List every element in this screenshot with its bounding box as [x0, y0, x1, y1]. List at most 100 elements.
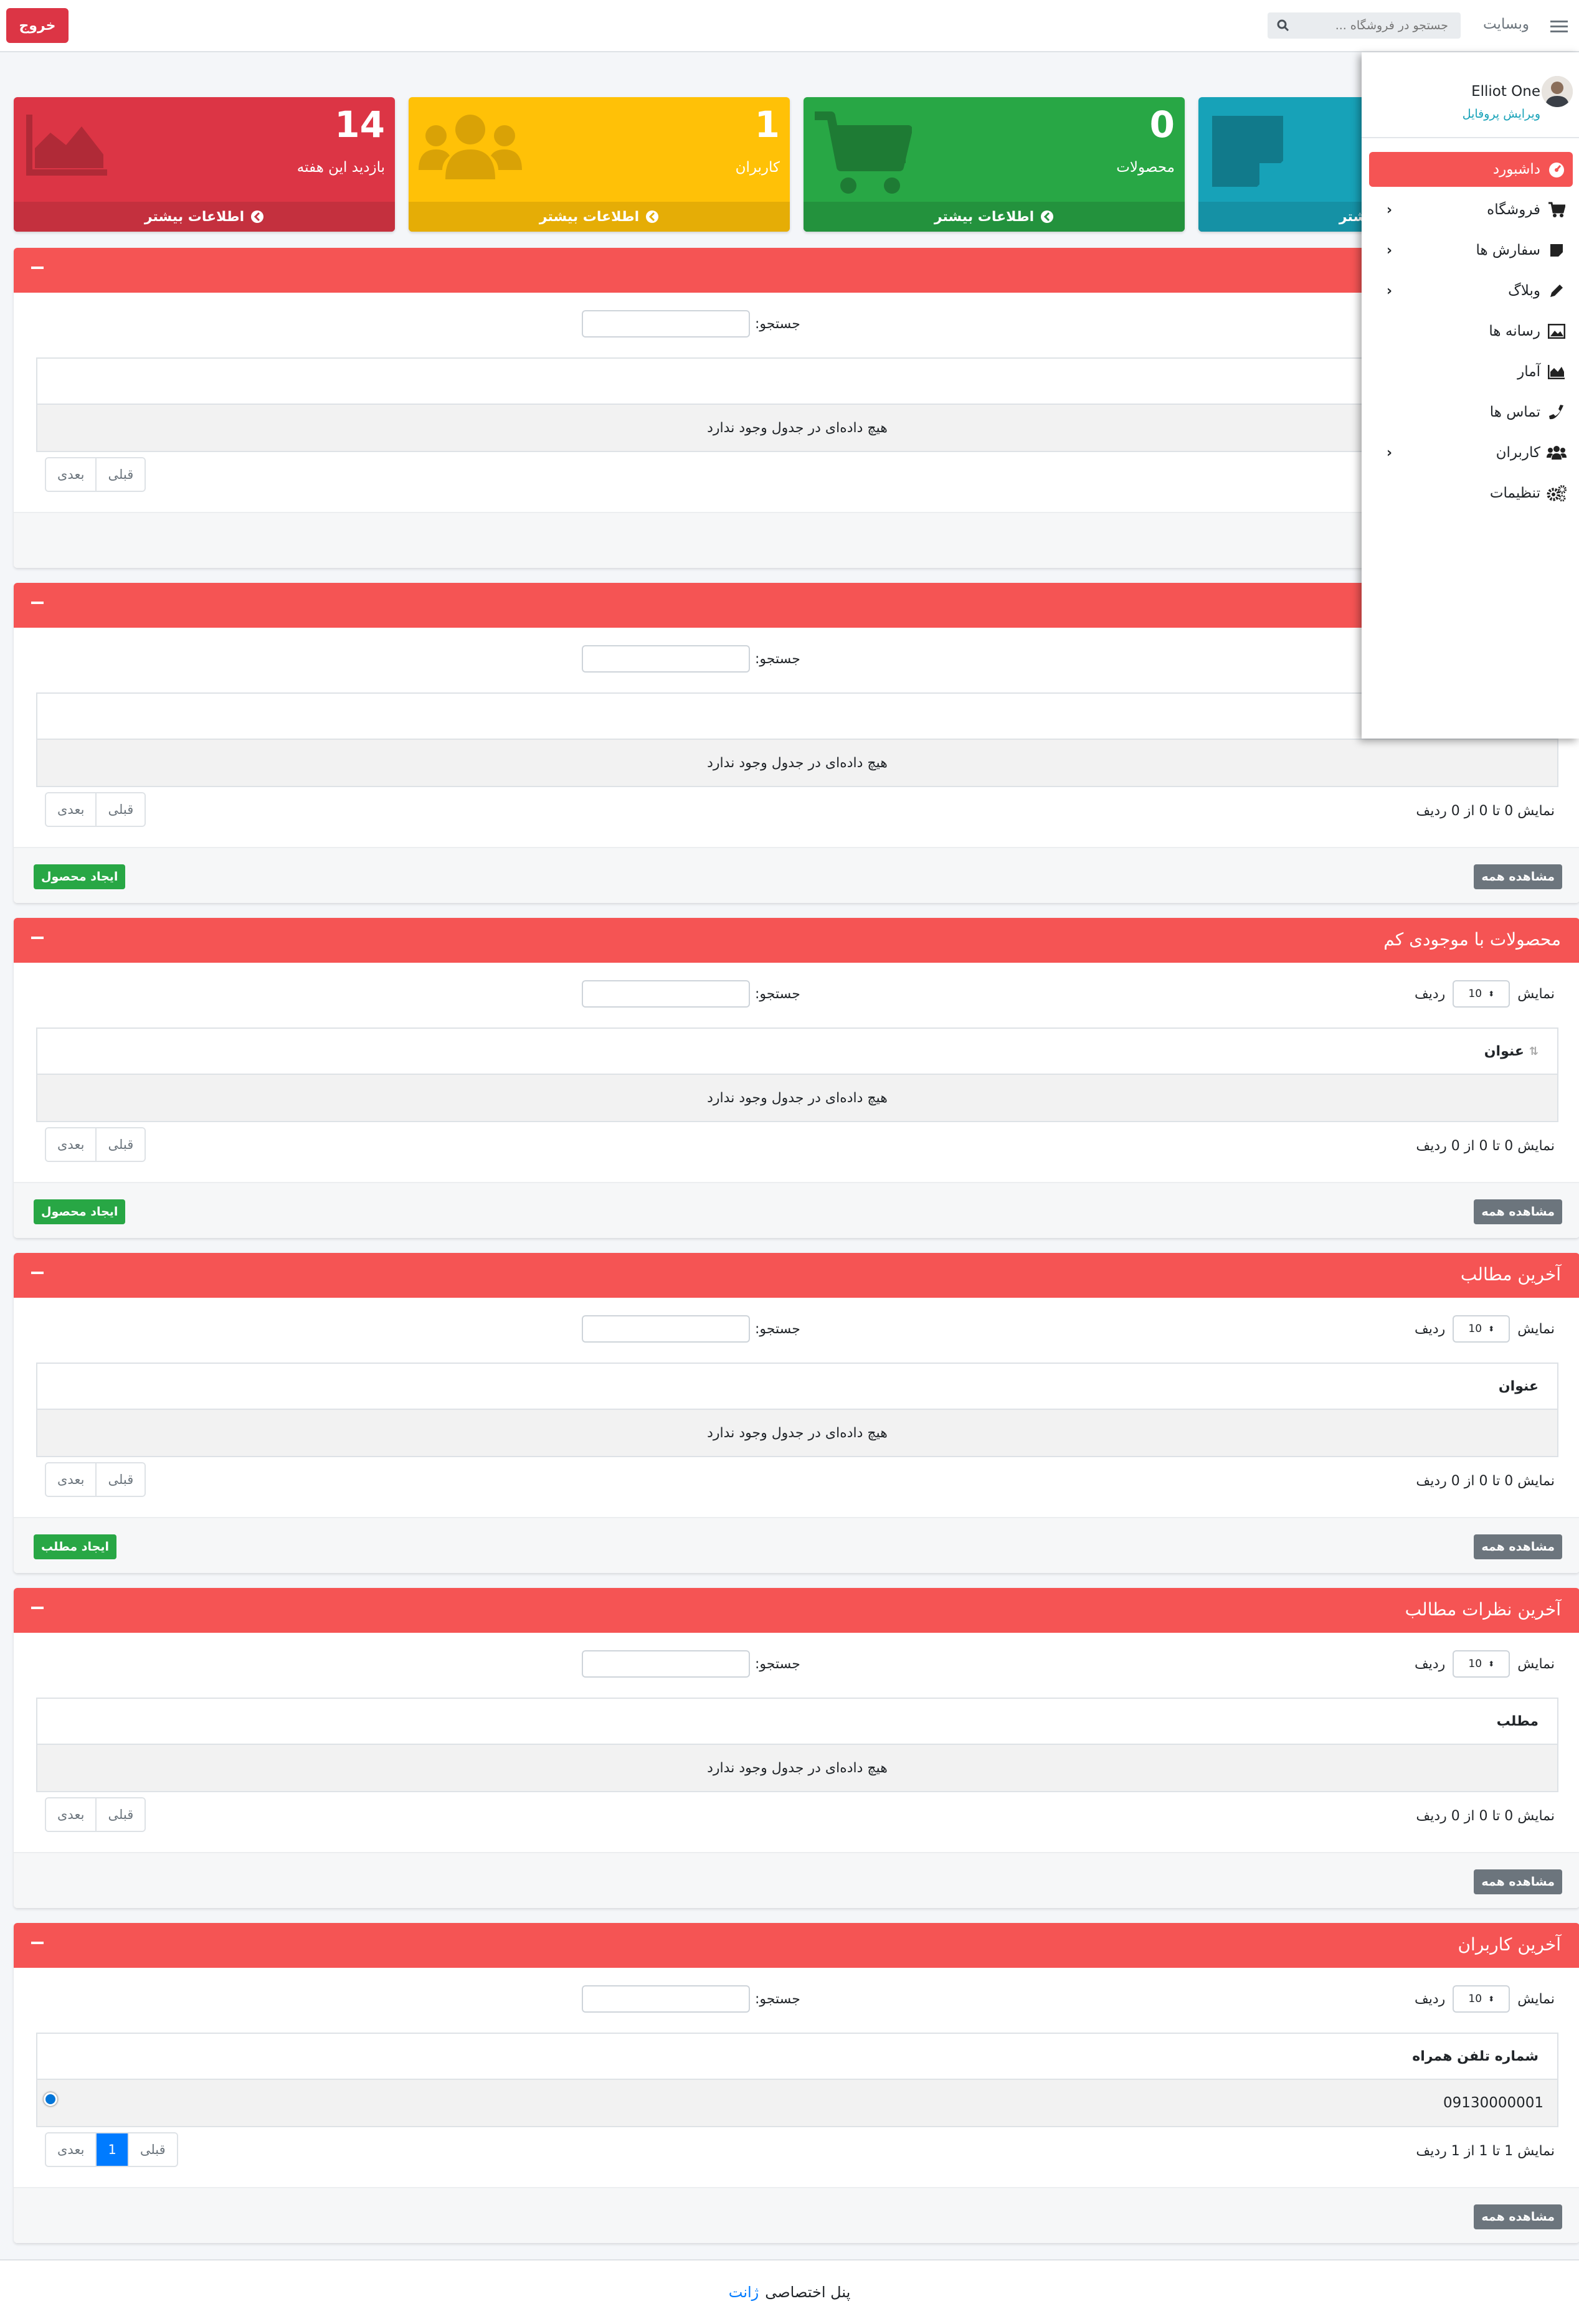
- sidebar-item-contacts[interactable]: تماس ها: [1369, 395, 1573, 430]
- show-label: نمایش: [1517, 1656, 1555, 1672]
- select-arrows-icon: ⬍: [1488, 1660, 1495, 1668]
- select-arrows-icon: ⬍: [1488, 990, 1495, 998]
- table-row[interactable]: 09130000001: [36, 2080, 1558, 2127]
- create-post-button[interactable]: ایجاد مطلب: [34, 1534, 116, 1559]
- collapse-icon[interactable]: [31, 1272, 44, 1274]
- note-icon: [1207, 111, 1288, 196]
- more-info-link[interactable]: اطلاعات بیشتر: [409, 202, 790, 232]
- prev-page-button[interactable]: قبلی: [95, 1463, 145, 1496]
- rows-label: ردیف: [1414, 986, 1446, 1002]
- table-search: جستجو:: [582, 1650, 800, 1678]
- page-length-select[interactable]: 10 ⬍: [1453, 980, 1510, 1008]
- column-header[interactable]: عنوان ⇅: [1484, 1044, 1539, 1059]
- sidebar-item-media[interactable]: رسانه ها: [1369, 314, 1573, 349]
- card-title: آخرین نظرات مطالب: [1405, 1599, 1561, 1620]
- sidebar-item-label: تماس ها: [1489, 404, 1540, 420]
- phone-cell: 09130000001: [1443, 2095, 1543, 2111]
- view-all-button[interactable]: مشاهده همه: [1474, 864, 1562, 889]
- sidebar-item-store[interactable]: › فروشگاه: [1369, 192, 1573, 227]
- column-header[interactable]: شماره تلفن همراه: [1412, 2049, 1539, 2064]
- rows-label: ردیف: [1414, 1321, 1446, 1337]
- table-search-input[interactable]: [582, 1315, 750, 1343]
- avatar[interactable]: [1542, 76, 1573, 107]
- view-all-button[interactable]: مشاهده همه: [1474, 1534, 1562, 1559]
- user-name: Elliot One: [1471, 83, 1540, 100]
- card-header: [14, 248, 1579, 293]
- data-table: هیچ داده‌ای در جدول وجود ندارد: [36, 692, 1558, 787]
- top-navbar: خروج وبسایت: [0, 0, 1579, 52]
- chevron-icon: ›: [1387, 445, 1393, 461]
- card-header: آخرین کاربران: [14, 1923, 1579, 1968]
- more-info-label: اطلاعات بیشتر: [144, 209, 245, 225]
- create-product-button[interactable]: ایجاد محصول: [34, 864, 126, 889]
- card-header: آخرین نظرات مطالب: [14, 1588, 1579, 1633]
- table-search-input[interactable]: [582, 1985, 750, 2013]
- collapse-icon[interactable]: [31, 1942, 44, 1944]
- page-length-value: 10: [1468, 1323, 1482, 1335]
- pagination: بعدی قبلی: [45, 457, 146, 492]
- search-icon[interactable]: [1268, 13, 1299, 38]
- next-page-button[interactable]: بعدی: [46, 793, 96, 826]
- page-length-select[interactable]: 10 ⬍: [1453, 1985, 1510, 2013]
- prev-page-button[interactable]: قبلی: [95, 458, 145, 491]
- sidebar-item-stats[interactable]: آمار: [1369, 354, 1573, 389]
- prev-page-button[interactable]: قبلی: [95, 1798, 145, 1831]
- table-search-input[interactable]: [582, 980, 750, 1008]
- view-all-button[interactable]: مشاهده همه: [1474, 1199, 1562, 1224]
- collapse-icon[interactable]: [31, 1607, 44, 1609]
- card-header: محصولات با موجودی کم: [14, 918, 1579, 963]
- next-page-button[interactable]: بعدی: [46, 2133, 96, 2166]
- collapse-icon[interactable]: [31, 267, 44, 269]
- column-header[interactable]: عنوان: [1499, 1379, 1539, 1394]
- view-all-button[interactable]: مشاهده همه: [1474, 2204, 1562, 2229]
- sidebar-item-users[interactable]: › کاربران: [1369, 435, 1573, 470]
- sidebar-item-blog[interactable]: › وبلاگ: [1369, 273, 1573, 308]
- column-header[interactable]: مطلب: [1497, 1714, 1539, 1729]
- prev-page-button[interactable]: قبلی: [95, 793, 145, 826]
- more-info-link[interactable]: اطلاعات بیشتر: [804, 202, 1185, 232]
- sidebar-item-label: سفارش ها: [1476, 242, 1540, 258]
- sidebar-item-label: کاربران: [1496, 445, 1540, 461]
- table-search: جستجو:: [582, 310, 800, 338]
- view-all-button[interactable]: مشاهده همه: [1474, 1869, 1562, 1894]
- pagination: بعدی قبلی: [45, 1462, 146, 1497]
- sidebar-item-label: فروشگاه: [1487, 202, 1540, 218]
- table-info: نمایش 1 تا 1 از 1 ردیف: [1416, 2143, 1555, 2159]
- collapse-icon[interactable]: [31, 937, 44, 939]
- table-search-input[interactable]: [582, 645, 750, 673]
- page-number-button[interactable]: 1: [95, 2133, 128, 2166]
- next-page-button[interactable]: بعدی: [46, 1463, 96, 1496]
- next-page-button[interactable]: بعدی: [46, 1798, 96, 1831]
- pagination: بعدی قبلی: [45, 1127, 146, 1162]
- footer-brand-link[interactable]: ژانت: [729, 2284, 759, 2301]
- search-input[interactable]: [1299, 13, 1454, 38]
- sidebar-item-settings[interactable]: تنظیمات: [1369, 476, 1573, 511]
- table-search-input[interactable]: [582, 1650, 750, 1678]
- page-length: نمایش 10 ⬍ ردیف: [1415, 1650, 1555, 1678]
- table-search: جستجو:: [582, 645, 800, 673]
- more-info-link[interactable]: اطلاعات بیشتر: [14, 202, 395, 232]
- website-link[interactable]: وبسایت: [1483, 16, 1529, 32]
- column-label: عنوان: [1498, 1379, 1539, 1394]
- page-length: نمایش 10 ⬍ ردیف: [1415, 980, 1555, 1008]
- collapse-icon[interactable]: [31, 602, 44, 604]
- next-page-button[interactable]: بعدی: [46, 458, 96, 491]
- more-info-label: اطلاعات بیشتر: [934, 209, 1035, 225]
- hamburger-menu-icon[interactable]: [1550, 15, 1568, 37]
- sidebar-item-orders[interactable]: › سفارش ها: [1369, 233, 1573, 268]
- table-header: شماره تلفن همراه: [36, 2033, 1558, 2080]
- search-label: جستجو:: [755, 986, 800, 1002]
- page-length-select[interactable]: 10 ⬍: [1453, 1315, 1510, 1343]
- page-length-select[interactable]: 10 ⬍: [1453, 1650, 1510, 1678]
- edit-profile-link[interactable]: ویرایش پروفایل: [1463, 107, 1540, 121]
- empty-table-message: هیچ داده‌ای در جدول وجود ندارد: [36, 1075, 1558, 1122]
- prev-page-button[interactable]: قبلی: [95, 1128, 145, 1161]
- sidebar-item-dashboard[interactable]: داشبورد: [1369, 152, 1573, 187]
- create-product-button[interactable]: ایجاد محصول: [34, 1199, 126, 1224]
- table-search: جستجو:: [582, 980, 800, 1008]
- table-search-input[interactable]: [582, 310, 750, 338]
- logout-button[interactable]: خروج: [6, 8, 69, 43]
- next-page-button[interactable]: بعدی: [46, 1128, 96, 1161]
- expand-row-icon[interactable]: [44, 2092, 57, 2106]
- prev-page-button[interactable]: قبلی: [127, 2133, 177, 2166]
